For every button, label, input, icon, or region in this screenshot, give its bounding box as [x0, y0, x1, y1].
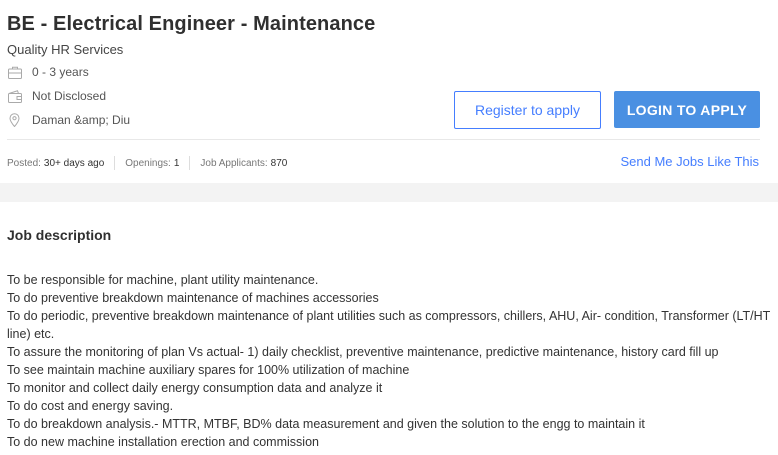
applicants-stat: Job Applicants: 870: [200, 158, 287, 169]
stat-separator: [114, 156, 116, 170]
salary-value: Not Disclosed: [32, 89, 107, 103]
register-to-apply-button[interactable]: Register to apply: [454, 91, 601, 129]
job-stats: Posted: 30+ days ago Openings: 1 Job App…: [7, 156, 287, 170]
job-header-card: BE - Electrical Engineer - Maintenance Q…: [0, 0, 778, 183]
job-title: BE - Electrical Engineer - Maintenance: [7, 13, 376, 35]
description-line: To be responsible for machine, plant uti…: [7, 273, 319, 287]
stat-separator: [189, 156, 191, 170]
openings-label: Openings:: [125, 157, 171, 169]
header-divider: [7, 139, 760, 140]
company-name[interactable]: Quality HR Services: [7, 42, 123, 57]
description-line: To see maintain machine auxiliary spares…: [7, 363, 410, 377]
salary-row: Not Disclosed: [7, 88, 106, 104]
description-line: To assure the monitoring of plan Vs actu…: [7, 345, 719, 359]
description-line: To do periodic, preventive breakdown mai…: [7, 309, 771, 341]
openings-value: 1: [173, 157, 180, 169]
job-description-card: Job description To be responsible for ma…: [0, 202, 778, 455]
location-pin-icon: [7, 113, 22, 128]
job-description-heading: Job description: [7, 227, 112, 243]
send-me-jobs-like-this-link[interactable]: Send Me Jobs Like This: [621, 154, 760, 169]
briefcase-icon: [7, 65, 22, 80]
experience-value: 0 - 3 years: [32, 65, 89, 79]
description-line: To do preventive breakdown maintenance o…: [7, 291, 379, 305]
openings-stat: Openings: 1: [125, 158, 179, 169]
applicants-label: Job Applicants:: [200, 157, 268, 169]
description-line: To monitor and collect daily energy cons…: [7, 381, 383, 395]
description-line: To do cost and energy saving.: [7, 399, 174, 413]
description-line: To do new machine installation erection …: [7, 435, 319, 449]
login-to-apply-button[interactable]: LOGIN TO APPLY: [614, 91, 760, 128]
location-value[interactable]: Daman &amp; Diu: [32, 113, 130, 127]
posted-label: Posted:: [7, 157, 41, 169]
description-line: To do breakdown analysis.- MTTR, MTBF, B…: [7, 417, 645, 431]
applicants-value: 870: [270, 157, 288, 169]
location-row: Daman &amp; Diu: [7, 112, 130, 128]
job-description-body: To be responsible for machine, plant uti…: [7, 271, 775, 451]
posted-value: 30+ days ago: [43, 157, 105, 169]
posted-stat: Posted: 30+ days ago: [7, 158, 104, 169]
wallet-icon: [7, 89, 22, 104]
experience-row: 0 - 3 years: [7, 64, 89, 80]
